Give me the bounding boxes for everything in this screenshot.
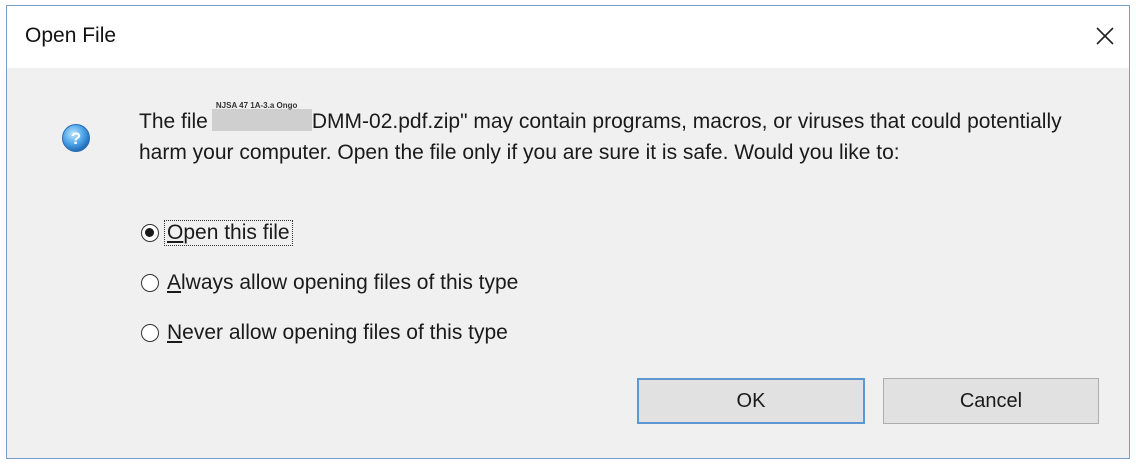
cancel-button[interactable]: Cancel: [883, 378, 1099, 424]
radio-always-allow[interactable]: [141, 274, 159, 292]
redacted-filename: NJSA 47 1A-3.a Ongo: [211, 101, 312, 131]
question-icon: ?: [62, 124, 90, 152]
svg-text:?: ?: [71, 129, 81, 148]
warning-message: The file NJSA 47 1A-3.a Ongo DMM-02.pdf.zi…: [139, 101, 1099, 168]
option-always-allow[interactable]: Always allow opening files of this type: [141, 270, 520, 296]
close-icon: [1096, 27, 1114, 45]
open-file-dialog: Open File ? The file NJSA 47 1A-3.a Ongo D…: [6, 5, 1130, 459]
title-bar: Open File: [7, 6, 1129, 68]
dialog-body: ? The file NJSA 47 1A-3.a Ongo DMM-02.pdf.…: [7, 68, 1129, 458]
option-never-allow[interactable]: Never allow opening files of this type: [141, 320, 520, 346]
option-never-allow-label[interactable]: Never allow opening files of this type: [165, 321, 510, 345]
ok-button[interactable]: OK: [637, 378, 865, 424]
message-prefix: The file: [139, 110, 208, 133]
close-button[interactable]: [1087, 18, 1123, 54]
radio-never-allow[interactable]: [141, 324, 159, 342]
radio-open-this-file[interactable]: [141, 224, 159, 242]
redacted-filename-text: NJSA 47 1A-3.a Ongo: [215, 101, 298, 110]
option-open-this-file[interactable]: Open this file: [141, 220, 520, 246]
open-options-group: Open this file Always allow opening file…: [141, 220, 520, 370]
dialog-title: Open File: [25, 24, 117, 47]
option-always-allow-label[interactable]: Always allow opening files of this type: [165, 271, 520, 295]
option-open-this-file-label[interactable]: Open this file: [164, 220, 293, 246]
